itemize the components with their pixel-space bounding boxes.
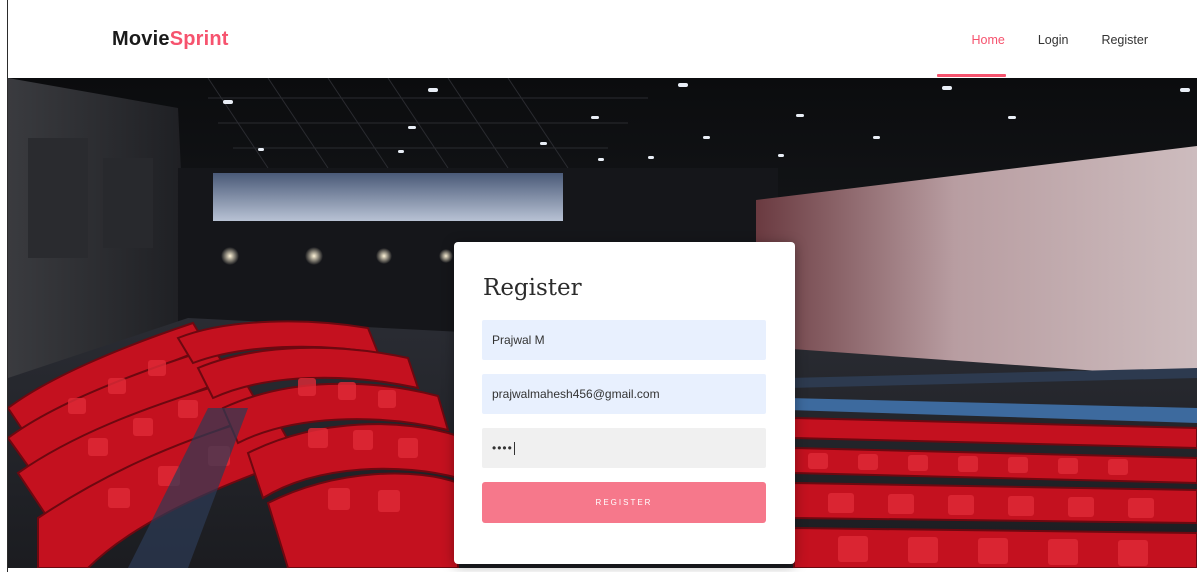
register-form-title: Register xyxy=(483,275,582,301)
brand-primary-text: Movie xyxy=(112,28,170,50)
browser-viewport: MovieSprint Home Login Register Register… xyxy=(0,0,1197,572)
site-header: MovieSprint Home Login Register xyxy=(8,0,1197,78)
active-nav-indicator xyxy=(937,74,1006,77)
register-form-card: Register Prajwal M prajwalmahesh456@gmai… xyxy=(454,242,795,564)
password-input[interactable]: •••• xyxy=(482,428,766,468)
main-nav: Home Login Register xyxy=(972,33,1148,47)
brand-accent-text: Sprint xyxy=(169,28,229,50)
register-button[interactable]: REGISTER xyxy=(482,482,766,523)
text-caret xyxy=(513,441,515,455)
email-input-value: prajwalmahesh456@gmail.com xyxy=(492,387,660,401)
nav-login-link[interactable]: Login xyxy=(1038,33,1069,47)
brand-logo[interactable]: MovieSprint xyxy=(112,28,229,51)
password-input-value: •••• xyxy=(492,441,513,455)
nav-home-link[interactable]: Home xyxy=(972,33,1005,47)
name-input-value: Prajwal M xyxy=(492,333,545,347)
nav-register-link[interactable]: Register xyxy=(1101,33,1148,47)
email-input[interactable]: prajwalmahesh456@gmail.com xyxy=(482,374,766,414)
name-input[interactable]: Prajwal M xyxy=(482,320,766,360)
